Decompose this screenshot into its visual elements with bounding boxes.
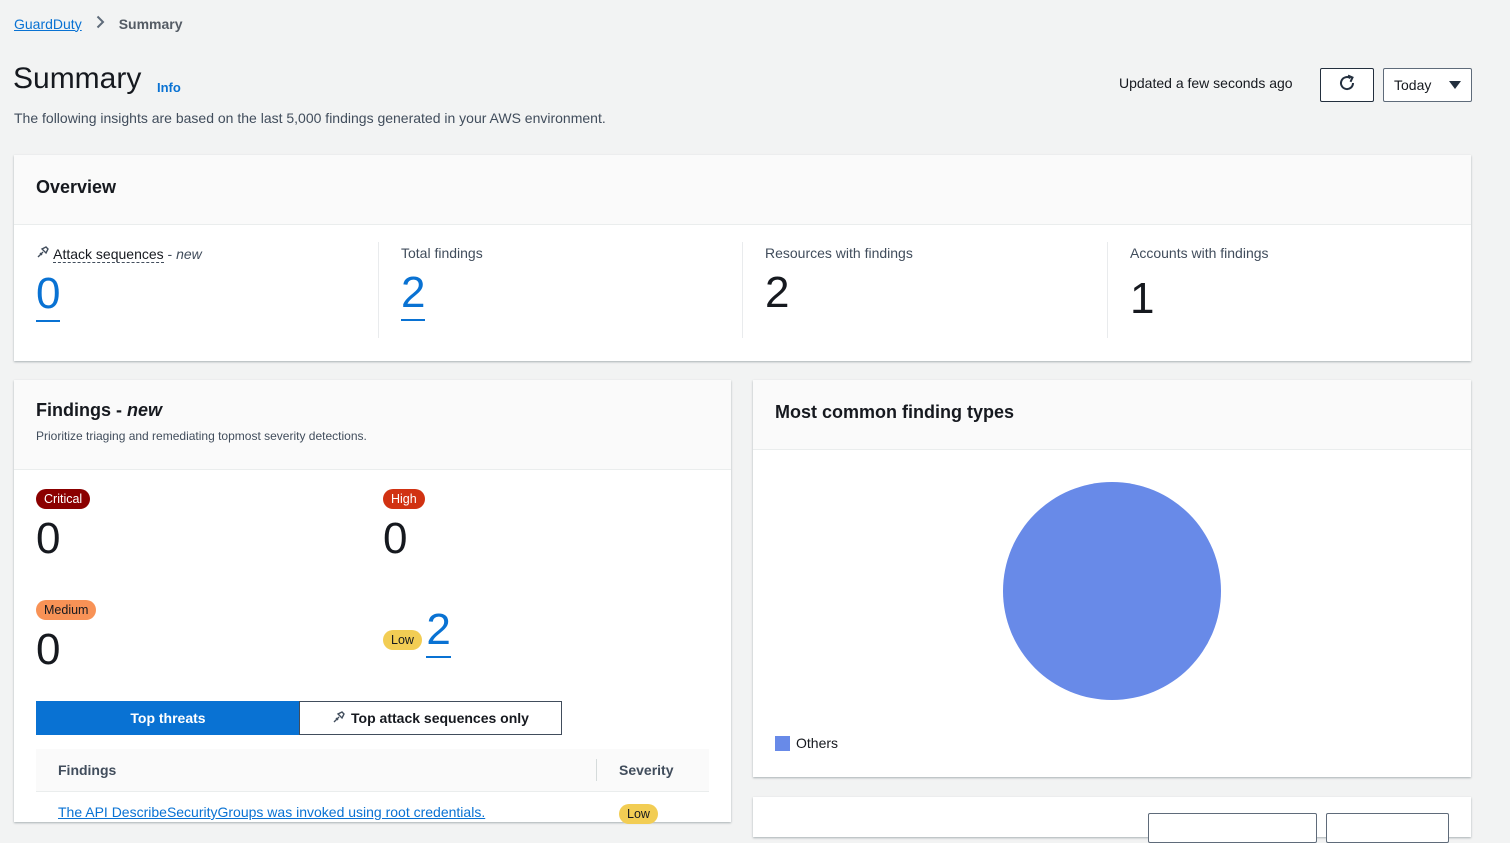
metric-divider	[742, 242, 743, 338]
accounts-metric: Accounts with findings 1	[1130, 245, 1269, 360]
attack-sequence-icon	[332, 710, 346, 727]
tab-top-attack-label: Top attack sequences only	[351, 710, 529, 726]
finding-types-panel: Most common finding types Others	[753, 380, 1471, 777]
findings-panel: Findings - new Prioritize triaging and r…	[14, 380, 731, 824]
accounts-count: 1	[1130, 274, 1155, 323]
legend-label: Others	[796, 735, 839, 751]
attack-sequence-icon	[36, 246, 53, 262]
medium-badge: Medium	[36, 600, 97, 620]
high-badge: High	[383, 489, 425, 509]
new-label: new	[127, 400, 163, 420]
severity-low: Low 2	[383, 600, 451, 658]
date-range-value: Today	[1394, 77, 1432, 93]
critical-count: 0	[36, 514, 61, 563]
chevron-right-icon	[96, 15, 105, 32]
severity-medium: Medium 0	[36, 600, 97, 674]
column-header-severity[interactable]: Severity	[619, 762, 673, 778]
tab-top-attack-sequences[interactable]: Top attack sequences only	[299, 701, 562, 735]
legend-swatch	[775, 735, 790, 751]
severity-critical: Critical 0	[36, 489, 91, 563]
secondary-panel-button[interactable]	[1148, 813, 1317, 843]
finding-types-chart	[1003, 482, 1221, 700]
accounts-label: Accounts with findings	[1130, 245, 1269, 261]
tab-top-threats[interactable]: Top threats	[36, 701, 300, 735]
caret-down-icon	[1449, 81, 1461, 89]
severity-high: High 0	[383, 489, 425, 561]
finding-severity-badge: Low	[619, 804, 658, 824]
total-findings-metric: Total findings 2	[401, 245, 483, 360]
breadcrumb-guardduty-link[interactable]: GuardDuty	[14, 16, 82, 32]
attack-sequences-label[interactable]: Attack sequences	[53, 246, 164, 263]
low-count[interactable]: 2	[426, 608, 451, 658]
column-divider	[596, 759, 597, 781]
refresh-icon	[1337, 73, 1357, 98]
attack-sequences-label-row: Attack sequences - new	[36, 245, 202, 263]
breadcrumb: GuardDuty Summary	[14, 15, 183, 32]
total-findings-label: Total findings	[401, 245, 483, 261]
findings-subtitle: Prioritize triaging and remediating topm…	[36, 429, 367, 443]
finding-link[interactable]: The API DescribeSecurityGroups was invok…	[58, 804, 485, 820]
findings-header: Findings - new Prioritize triaging and r…	[14, 380, 731, 470]
overview-title: Overview	[36, 177, 117, 197]
new-label: new	[176, 246, 202, 262]
overview-header: Overview	[14, 155, 1471, 225]
finding-types-title: Most common finding types	[775, 402, 1015, 422]
pie-slice-others[interactable]	[1003, 482, 1221, 700]
findings-table-header: Findings Severity	[36, 749, 709, 792]
medium-count: 0	[36, 625, 61, 674]
high-count: 0	[383, 514, 408, 563]
total-findings-count[interactable]: 2	[401, 271, 426, 321]
findings-title: Findings	[36, 400, 111, 420]
overview-panel: Overview Attack sequences - new 0 Total …	[14, 155, 1471, 361]
date-range-select[interactable]: Today	[1383, 68, 1472, 102]
chart-legend: Others	[775, 735, 838, 751]
metric-divider	[378, 242, 379, 338]
attack-sequences-count[interactable]: 0	[36, 272, 61, 322]
metric-divider	[1107, 242, 1108, 338]
breadcrumb-current: Summary	[118, 15, 183, 32]
critical-badge: Critical	[36, 489, 91, 509]
column-header-findings[interactable]: Findings	[58, 762, 116, 778]
finding-types-header: Most common finding types	[753, 380, 1471, 450]
resources-label: Resources with findings	[765, 245, 913, 261]
secondary-panel	[753, 797, 1471, 843]
page-title: Summary	[13, 62, 142, 95]
updated-status: Updated a few seconds ago	[1119, 75, 1293, 91]
attack-sequences-metric: Attack sequences - new 0	[36, 245, 202, 360]
resources-count: 2	[765, 268, 790, 317]
page-description: The following insights are based on the …	[14, 110, 606, 126]
refresh-button[interactable]	[1320, 68, 1374, 102]
findings-title-row: Findings - new	[36, 400, 163, 420]
secondary-panel-select[interactable]	[1326, 813, 1449, 843]
resources-metric: Resources with findings 2	[765, 245, 913, 360]
info-link[interactable]: Info	[157, 80, 181, 95]
low-badge: Low	[383, 630, 422, 650]
